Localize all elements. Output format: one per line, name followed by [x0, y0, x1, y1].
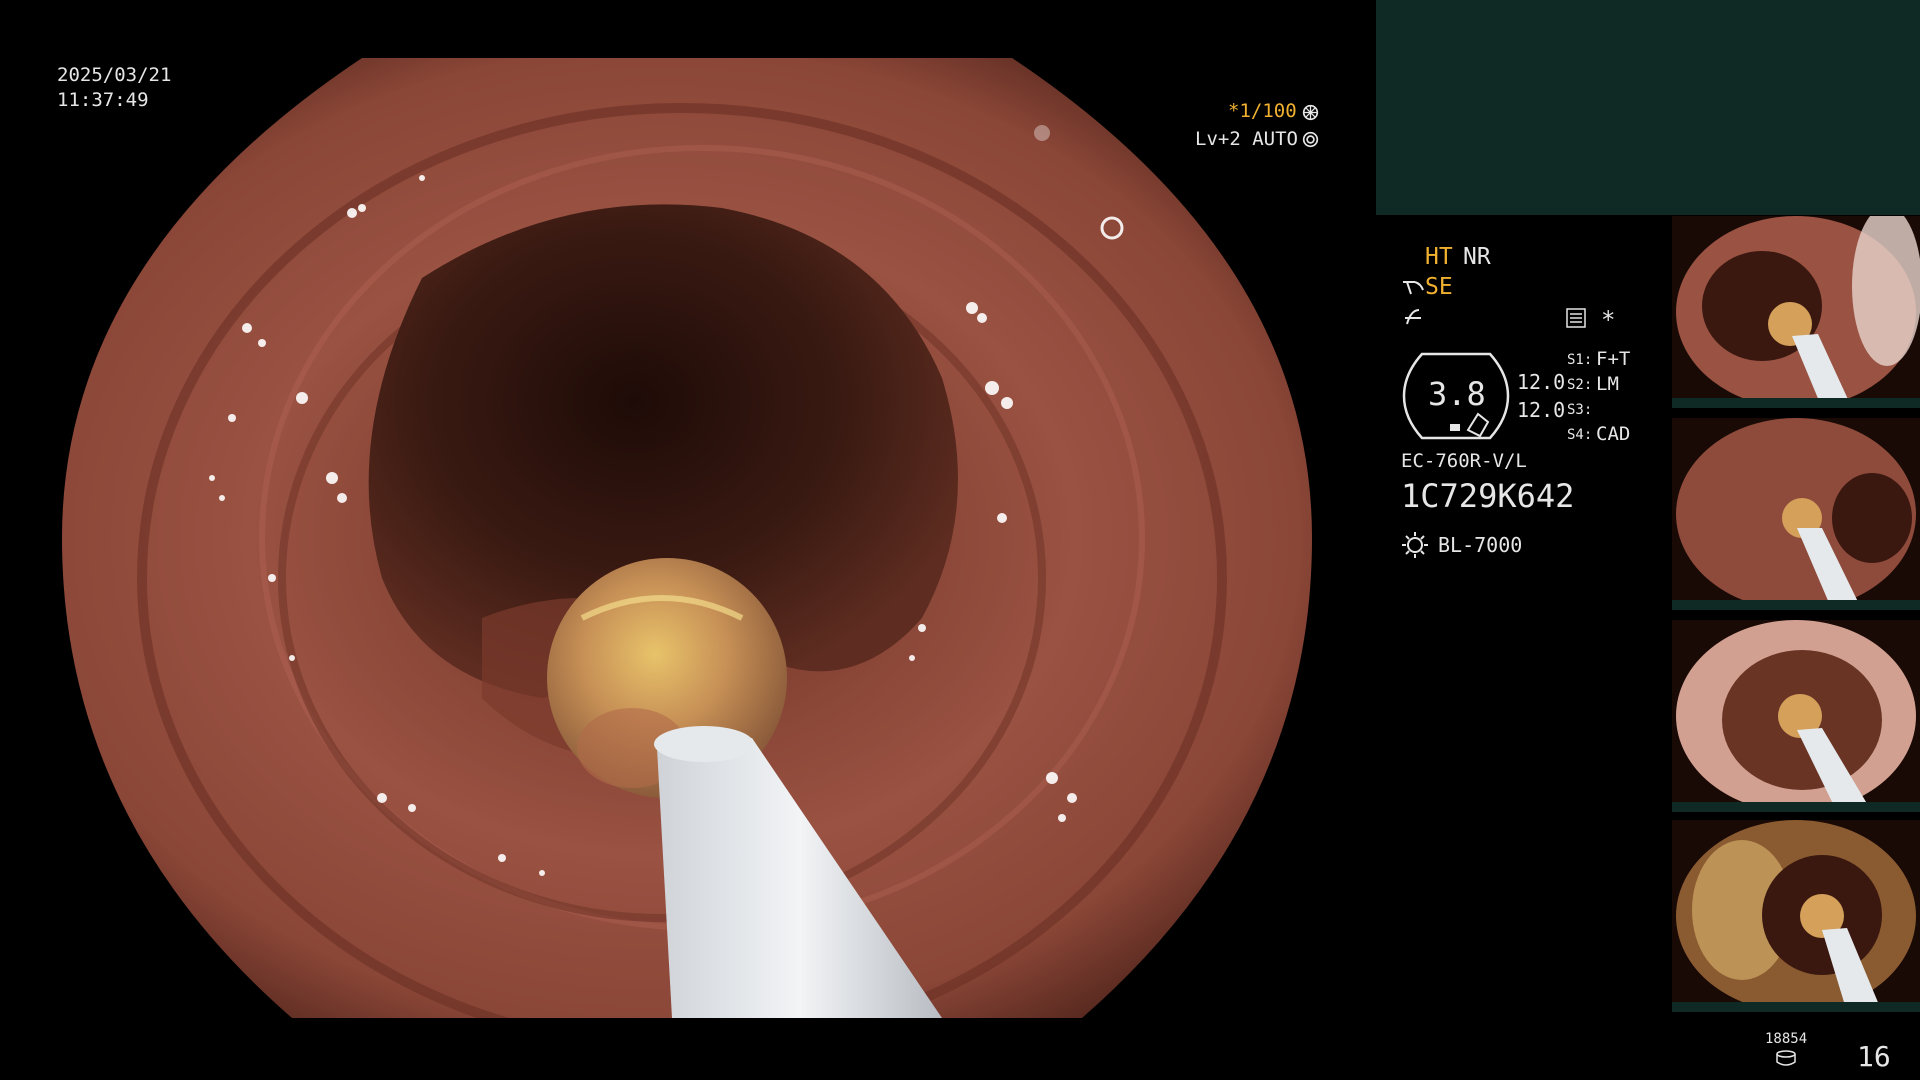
time-label: 11:37:49	[57, 89, 149, 111]
date-label: 2025/03/21	[57, 64, 172, 86]
s3-label: S3:	[1567, 402, 1593, 418]
shutter-icon	[1302, 104, 1319, 121]
light-source-label: BL-7000	[1438, 533, 1523, 557]
s4-value: CAD	[1596, 423, 1631, 445]
s2-label: S2:	[1567, 377, 1593, 393]
s1-label: S1:	[1567, 352, 1593, 368]
thumbnail-1[interactable]	[1672, 216, 1920, 408]
color-mode-icon	[1403, 306, 1423, 328]
scope-serial: 1C729K642	[1401, 477, 1575, 515]
value-top: 12.0	[1517, 370, 1566, 394]
thumbnail-2[interactable]	[1672, 418, 1920, 610]
frame-counter: 18854	[1765, 1031, 1808, 1047]
s1-value: F+T	[1596, 348, 1631, 370]
asterisk-label: *	[1601, 306, 1616, 334]
enhancement-label: Lv+2 AUTO	[1195, 128, 1298, 150]
scope-model: EC-760R-V/L	[1401, 450, 1527, 472]
value-bottom: 12.0	[1517, 398, 1566, 422]
s4-label: S4:	[1567, 427, 1593, 443]
se-label: SE	[1425, 274, 1453, 300]
thumbnail-3[interactable]	[1672, 620, 1920, 812]
structure-icon	[1401, 278, 1425, 298]
ht-label: HT	[1425, 244, 1453, 270]
light-source-icon	[1401, 531, 1429, 559]
shutter-label: *1/100	[1228, 100, 1297, 122]
page-number: 16	[1857, 1040, 1891, 1073]
storage-icon	[1775, 1050, 1797, 1066]
aperture-icon	[1302, 131, 1319, 148]
list-icon	[1566, 308, 1586, 328]
info-panel-top	[1376, 0, 1920, 215]
nr-label: NR	[1463, 244, 1491, 270]
gauge-value: 3.8	[1428, 375, 1486, 413]
thumbnail-4[interactable]	[1672, 820, 1920, 1012]
endoscopic-view	[62, 58, 1312, 1018]
s2-value: LM	[1596, 373, 1619, 395]
